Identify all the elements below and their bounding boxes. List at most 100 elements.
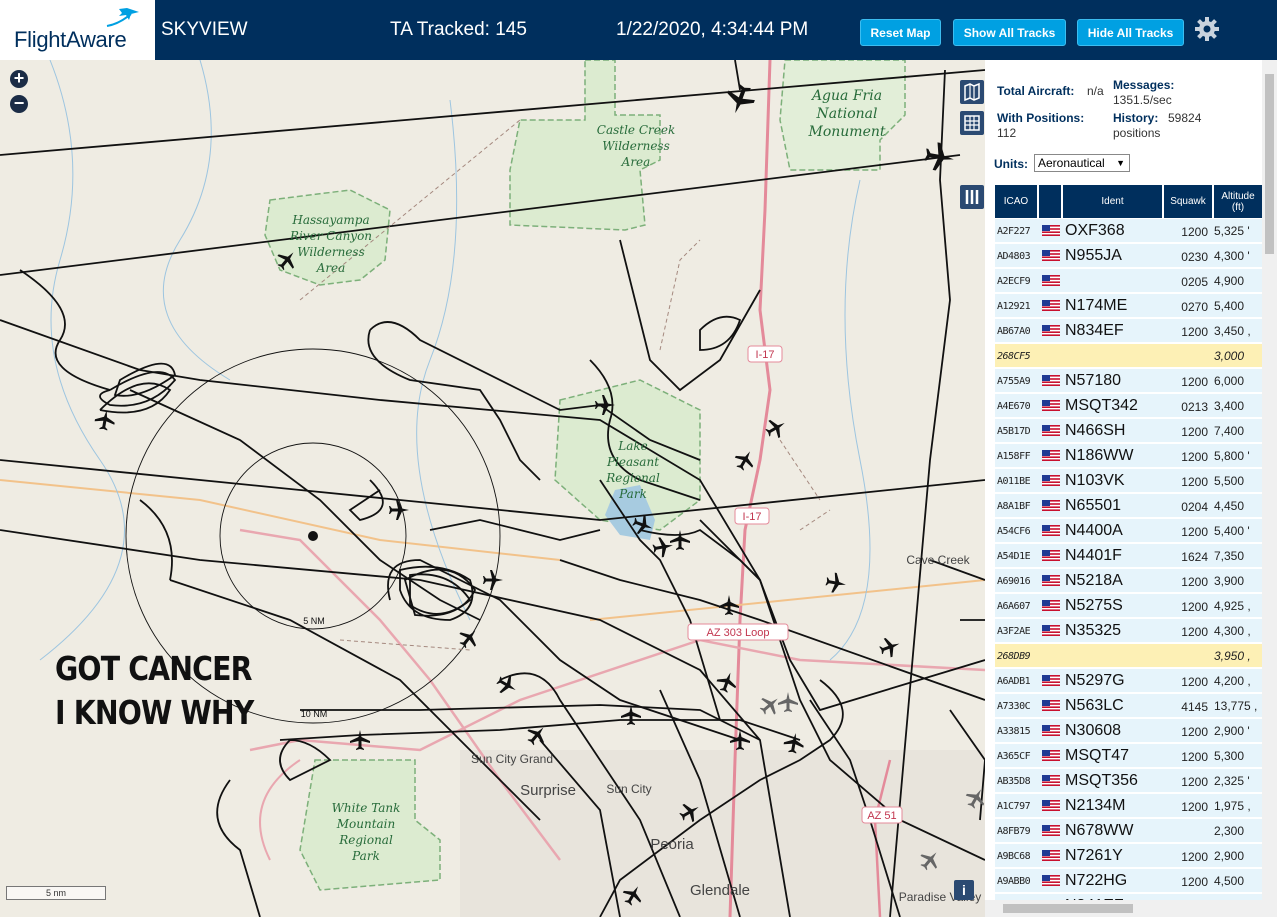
table-row[interactable]: A158FF N186WW 1200 5,800 ': [995, 444, 1262, 468]
row-icao: A2F227: [997, 226, 1031, 237]
row-ident: N955JA: [1065, 247, 1122, 264]
label-castle-1: Castle Creek: [597, 123, 675, 137]
table-row[interactable]: A5B17D N466SH 1200 7,400: [995, 419, 1262, 443]
zoom-out-button[interactable]: −: [10, 94, 28, 113]
columns-toggle-button[interactable]: [960, 185, 984, 209]
scrollbar-thumb[interactable]: [1265, 74, 1274, 254]
row-squawk: 1200: [1181, 625, 1208, 639]
flightaware-logo[interactable]: FlightAware: [0, 0, 155, 60]
table-row[interactable]: A69016 N5218A 1200 3,900: [995, 569, 1262, 593]
row-altitude: 6,000: [1214, 374, 1245, 388]
table-row[interactable]: A365CF MSQT47 1200 5,300: [995, 744, 1262, 768]
row-ident: N678WW: [1065, 822, 1134, 839]
table-row[interactable]: A1C797 N2134M 1200 1,975 ,: [995, 794, 1262, 818]
info-button[interactable]: i: [954, 880, 974, 900]
row-squawk: 1200: [1181, 600, 1208, 614]
road-dove-valley: [589, 579, 985, 621]
row-ident: N186WW: [1065, 447, 1134, 464]
row-icao: A365CF: [997, 751, 1031, 762]
us-flag-icon: [1042, 675, 1060, 686]
label-sun-city-grand: Sun City Grand: [471, 752, 553, 766]
label-white-tank-1: White Tank: [332, 801, 401, 815]
hide-all-tracks-button[interactable]: Hide All Tracks: [1077, 19, 1184, 46]
map-layers-button[interactable]: [960, 80, 984, 104]
row-ident: MSQT356: [1065, 772, 1138, 789]
table-row[interactable]: A9ABB0 N722HG 1200 4,500: [995, 869, 1262, 893]
row-altitude: 5,800 ': [1214, 449, 1250, 463]
label-castle-3: Area: [621, 155, 651, 169]
map-view[interactable]: Agua Fria National Monument Castle Creek…: [0, 60, 985, 917]
row-ident: N30608: [1065, 722, 1122, 739]
row-icao: A8A1BF: [997, 501, 1031, 512]
row-altitude: 4,300 ,: [1214, 624, 1251, 638]
zoom-in-button[interactable]: +: [10, 69, 28, 88]
row-ident: N834EF: [1065, 322, 1124, 339]
label-agua-fria-3: Monument: [808, 124, 886, 140]
with-positions-label: With Positions:: [997, 111, 1085, 125]
caption-line-2: I KNOW WHY: [55, 693, 254, 732]
grid-icon: [964, 115, 980, 131]
row-ident: N466SH: [1065, 422, 1126, 439]
table-row[interactable]: 268DB9 3,950 ,: [995, 644, 1262, 668]
table-row[interactable]: A7330C N563LC 4145 13,775 ,: [995, 694, 1262, 718]
messages-value: 1351.5/sec: [1113, 93, 1172, 107]
row-ident: MSQT342: [1065, 397, 1138, 414]
row-ident: N7261Y: [1065, 847, 1123, 864]
table-row[interactable]: A011BE N103VK 1200 5,500: [995, 469, 1262, 493]
table-row[interactable]: A33815 N30608 1200 2,900 ': [995, 719, 1262, 743]
units-label: Units:: [994, 157, 1028, 171]
with-positions-value: 112: [997, 126, 1017, 140]
row-squawk: 0205: [1181, 275, 1208, 289]
col-ident[interactable]: Ident: [1063, 185, 1164, 218]
row-icao: A54D1E: [997, 551, 1031, 562]
col-icao[interactable]: ICAO: [995, 185, 1039, 218]
table-row[interactable]: A2ECF9 0205 4,900: [995, 269, 1262, 293]
table-row[interactable]: A8A1BF N65501 0204 4,450: [995, 494, 1262, 518]
label-white-tank-2: Mountain: [336, 817, 396, 831]
top-bar: FlightAware SKYVIEW TA Tracked: 145 1/22…: [0, 0, 1277, 60]
table-row[interactable]: A12921 N174ME 0270 5,400: [995, 294, 1262, 318]
row-icao: A755A9: [997, 376, 1031, 387]
label-range-5: 5 NM: [303, 616, 325, 626]
table-row[interactable]: A9BC68 N7261Y 1200 2,900: [995, 844, 1262, 868]
row-altitude: 5,500: [1214, 474, 1245, 488]
table-row[interactable]: 268CF5 3,000: [995, 344, 1262, 368]
table-row[interactable]: A8FB79 N678WW 2,300: [995, 819, 1262, 843]
dropdown-arrow-icon: ▼: [1116, 158, 1125, 168]
map-canvas[interactable]: Agua Fria National Monument Castle Creek…: [0, 60, 985, 917]
gear-icon[interactable]: [1194, 16, 1220, 42]
reset-map-button[interactable]: Reset Map: [860, 19, 941, 46]
col-squawk[interactable]: Squawk: [1164, 185, 1214, 218]
road-west: [259, 759, 301, 861]
table-row[interactable]: AB67A0 N834EF 1200 3,450 ,: [995, 319, 1262, 343]
units-select[interactable]: Aeronautical ▼: [1034, 154, 1130, 172]
col-altitude[interactable]: Altitude (ft): [1214, 185, 1262, 218]
table-row[interactable]: A6ADB1 N5297G 1200 4,200 ,: [995, 669, 1262, 693]
panel-vertical-scrollbar[interactable]: [1262, 60, 1277, 900]
row-squawk: 0270: [1181, 300, 1208, 314]
table-row[interactable]: AB35D8 MSQT356 1200 2,325 ': [995, 769, 1262, 793]
show-all-tracks-button[interactable]: Show All Tracks: [953, 19, 1066, 46]
table-row[interactable]: A2F227 OXF368 1200 5,325 ': [995, 219, 1262, 243]
columns-icon: [965, 190, 979, 204]
table-row[interactable]: A54CF6 N4400A 1200 5,400 ': [995, 519, 1262, 543]
row-ident: MSQT47: [1065, 747, 1130, 764]
grid-toggle-button[interactable]: [960, 111, 984, 135]
us-flag-icon: [1042, 525, 1060, 536]
scrollbar-thumb-h[interactable]: [1003, 904, 1133, 913]
table-row[interactable]: AD4803 N955JA 0230 4,300 ': [995, 244, 1262, 268]
row-ident: N5275S: [1065, 597, 1123, 614]
us-flag-icon: [1042, 225, 1060, 236]
row-squawk: 0204: [1181, 500, 1208, 514]
table-row[interactable]: A6A607 N5275S 1200 4,925 ,: [995, 594, 1262, 618]
us-flag-icon: [1042, 450, 1060, 461]
col-flag[interactable]: [1039, 185, 1063, 218]
table-row[interactable]: A3F2AE N35325 1200 4,300 ,: [995, 619, 1262, 643]
us-flag-icon: [1042, 875, 1060, 886]
panel-horizontal-scrollbar[interactable]: [985, 900, 1277, 917]
us-flag-icon: [1042, 725, 1060, 736]
row-squawk: 0230: [1181, 250, 1208, 264]
table-row[interactable]: A4E670 MSQT342 0213 3,400: [995, 394, 1262, 418]
table-row[interactable]: A54D1E N4401F 1624 7,350: [995, 544, 1262, 568]
table-row[interactable]: A755A9 N57180 1200 6,000: [995, 369, 1262, 393]
